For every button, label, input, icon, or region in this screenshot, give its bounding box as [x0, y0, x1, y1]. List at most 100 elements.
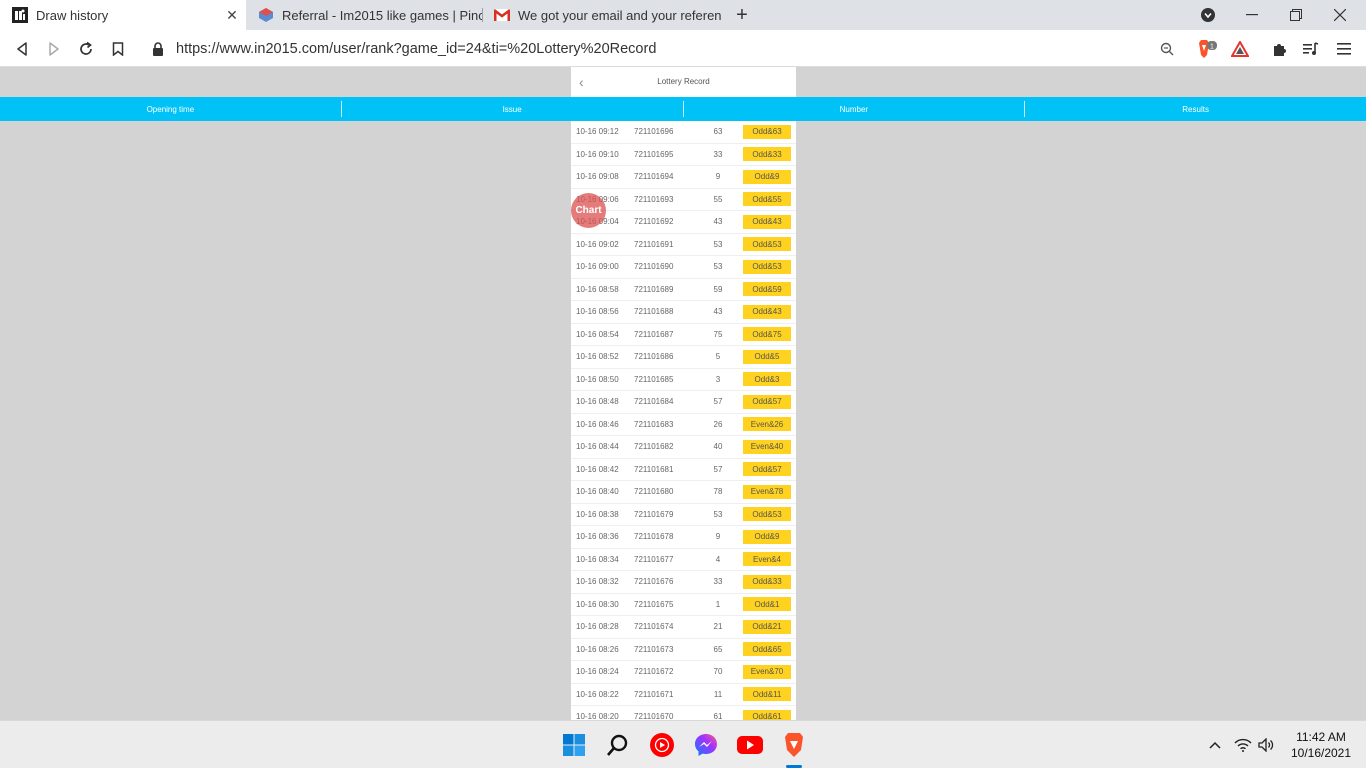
record-row[interactable]: 10-16 08:24 721101672 70 Even&70 — [571, 661, 796, 684]
record-result-badge: Odd&9 — [743, 169, 791, 184]
record-row[interactable]: 10-16 08:36 721101678 9 Odd&9 — [571, 526, 796, 549]
record-row[interactable]: 10-16 08:20 721101670 61 Odd&61 — [571, 706, 796, 720]
record-row[interactable]: 10-16 08:56 721101688 43 Odd&43 — [571, 301, 796, 324]
record-issue: 721101694 — [634, 172, 674, 182]
reload-icon[interactable] — [74, 37, 98, 61]
record-row[interactable]: 10-16 08:52 721101686 5 Odd&5 — [571, 346, 796, 369]
brave-icon[interactable] — [780, 731, 808, 759]
chevron-up-icon[interactable] — [1206, 736, 1224, 754]
record-time: 10-16 08:28 — [576, 622, 619, 632]
system-clock[interactable]: 11:42 AM 10/16/2021 — [1288, 729, 1354, 761]
record-issue: 721101671 — [634, 689, 674, 699]
record-number: 70 — [713, 667, 723, 677]
record-result-badge: Odd&11 — [743, 687, 791, 702]
record-issue: 721101690 — [634, 262, 674, 272]
tab-referral[interactable]: Referral - Im2015 like games | Pinoy In — [246, 0, 482, 30]
lock-icon[interactable] — [152, 41, 166, 56]
record-time: 10-16 08:54 — [576, 329, 619, 339]
record-time: 10-16 08:38 — [576, 509, 619, 519]
record-result-badge: Odd&63 — [743, 124, 791, 139]
youtube-music-icon[interactable] — [648, 731, 676, 759]
record-issue: 721101673 — [634, 644, 674, 654]
record-row[interactable]: 10-16 08:48 721101684 57 Odd&57 — [571, 391, 796, 414]
record-row[interactable]: 10-16 08:30 721101675 1 Odd&1 — [571, 594, 796, 616]
restore-icon[interactable] — [1274, 0, 1318, 30]
record-row[interactable]: 10-16 08:22 721101671 11 Odd&11 — [571, 684, 796, 706]
record-row[interactable]: 10-16 09:00 721101690 53 Odd&53 — [571, 256, 796, 279]
record-row[interactable]: 10-16 08:40 721101680 78 Even&78 — [571, 481, 796, 504]
record-row[interactable]: 10-16 09:10 721101695 33 Odd&33 — [571, 144, 796, 166]
record-result-badge: Odd&53 — [743, 507, 791, 522]
record-row[interactable]: 10-16 08:50 721101685 3 Odd&3 — [571, 369, 796, 391]
record-issue: 721101680 — [634, 487, 674, 497]
record-time: 10-16 08:56 — [576, 307, 619, 317]
minimize-icon[interactable] — [1230, 0, 1274, 30]
record-result-badge: Even&4 — [743, 552, 791, 567]
record-row[interactable]: 10-16 08:32 721101676 33 Odd&33 — [571, 571, 796, 594]
record-row[interactable]: 10-16 08:34 721101677 4 Even&4 — [571, 549, 796, 571]
brave-rewards-icon[interactable] — [1228, 37, 1252, 61]
clock-time: 11:42 AM — [1296, 730, 1346, 744]
messenger-icon[interactable] — [692, 731, 720, 759]
volume-icon[interactable] — [1257, 736, 1275, 754]
close-tab-icon[interactable]: ✕ — [222, 7, 242, 24]
record-number: 33 — [713, 149, 723, 159]
record-time: 10-16 08:36 — [576, 532, 619, 542]
close-window-icon[interactable] — [1318, 0, 1362, 30]
record-row[interactable]: 10-16 08:46 721101683 26 Even&26 — [571, 414, 796, 436]
record-time: 10-16 08:40 — [576, 487, 619, 497]
youtube-icon[interactable] — [736, 731, 764, 759]
record-number: 53 — [713, 239, 723, 249]
record-row[interactable]: 10-16 09:08 721101694 9 Odd&9 — [571, 166, 796, 189]
record-number: 40 — [713, 442, 723, 452]
back-icon[interactable] — [10, 37, 34, 61]
record-number: 55 — [713, 194, 723, 204]
record-result-badge: Odd&9 — [743, 529, 791, 544]
record-result-badge: Odd&43 — [743, 304, 791, 319]
record-issue: 721101684 — [634, 397, 674, 407]
clock-date: 10/16/2021 — [1290, 746, 1352, 760]
record-issue: 721101683 — [634, 419, 674, 429]
windows-start-icon[interactable] — [560, 731, 588, 759]
record-issue: 721101695 — [634, 149, 674, 159]
record-number: 1 — [715, 599, 721, 609]
record-result-badge: Odd&53 — [743, 237, 791, 252]
search-icon[interactable] — [604, 731, 632, 759]
record-row[interactable]: 10-16 08:38 721101679 53 Odd&53 — [571, 504, 796, 526]
record-issue: 721101679 — [634, 509, 674, 519]
tab-draw-history[interactable]: Draw history ✕ — [0, 0, 246, 30]
bookmark-icon[interactable] — [106, 37, 130, 61]
zoom-icon[interactable] — [1155, 37, 1179, 61]
record-issue: 721101688 — [634, 307, 674, 317]
record-row[interactable]: 10-16 08:58 721101689 59 Odd&59 — [571, 279, 796, 301]
brave-shields-icon[interactable]: 1 — [1193, 37, 1217, 61]
record-row[interactable]: 10-16 08:26 721101673 65 Odd&65 — [571, 639, 796, 661]
record-row[interactable]: 10-16 09:12 721101696 63 Odd&63 — [571, 121, 796, 144]
menu-icon[interactable] — [1332, 37, 1356, 61]
record-row[interactable]: 10-16 08:44 721101682 40 Even&40 — [571, 436, 796, 459]
record-row[interactable]: 10-16 09:02 721101691 53 Odd&53 — [571, 234, 796, 256]
wifi-icon[interactable] — [1234, 736, 1252, 754]
address-bar[interactable]: https://www.in2015.com/user/rank?game_id… — [142, 34, 1190, 63]
chart-button[interactable]: Chart — [571, 193, 606, 228]
record-number: 57 — [713, 464, 723, 474]
forward-icon[interactable] — [42, 37, 66, 61]
record-number: 75 — [713, 329, 723, 339]
record-row[interactable]: 10-16 08:54 721101687 75 Odd&75 — [571, 324, 796, 346]
record-issue: 721101675 — [634, 599, 674, 609]
record-result-badge: Odd&57 — [743, 394, 791, 409]
record-row[interactable]: 10-16 08:28 721101674 21 Odd&21 — [571, 616, 796, 639]
tab-search-icon[interactable] — [1186, 0, 1230, 30]
new-tab-button[interactable]: + — [731, 4, 753, 26]
record-time: 10-16 08:46 — [576, 419, 619, 429]
record-issue: 721101678 — [634, 532, 674, 542]
record-row[interactable]: 10-16 08:42 721101681 57 Odd&57 — [571, 459, 796, 481]
record-time: 10-16 09:10 — [576, 149, 619, 159]
tab-gmail[interactable]: We got your email and your reference — [482, 0, 722, 30]
record-time: 10-16 08:50 — [576, 374, 619, 384]
record-result-badge: Odd&59 — [743, 282, 791, 297]
extensions-icon[interactable] — [1268, 37, 1292, 61]
record-result-badge: Odd&43 — [743, 214, 791, 229]
record-time: 10-16 08:34 — [576, 554, 619, 564]
media-controls-icon[interactable] — [1299, 37, 1323, 61]
